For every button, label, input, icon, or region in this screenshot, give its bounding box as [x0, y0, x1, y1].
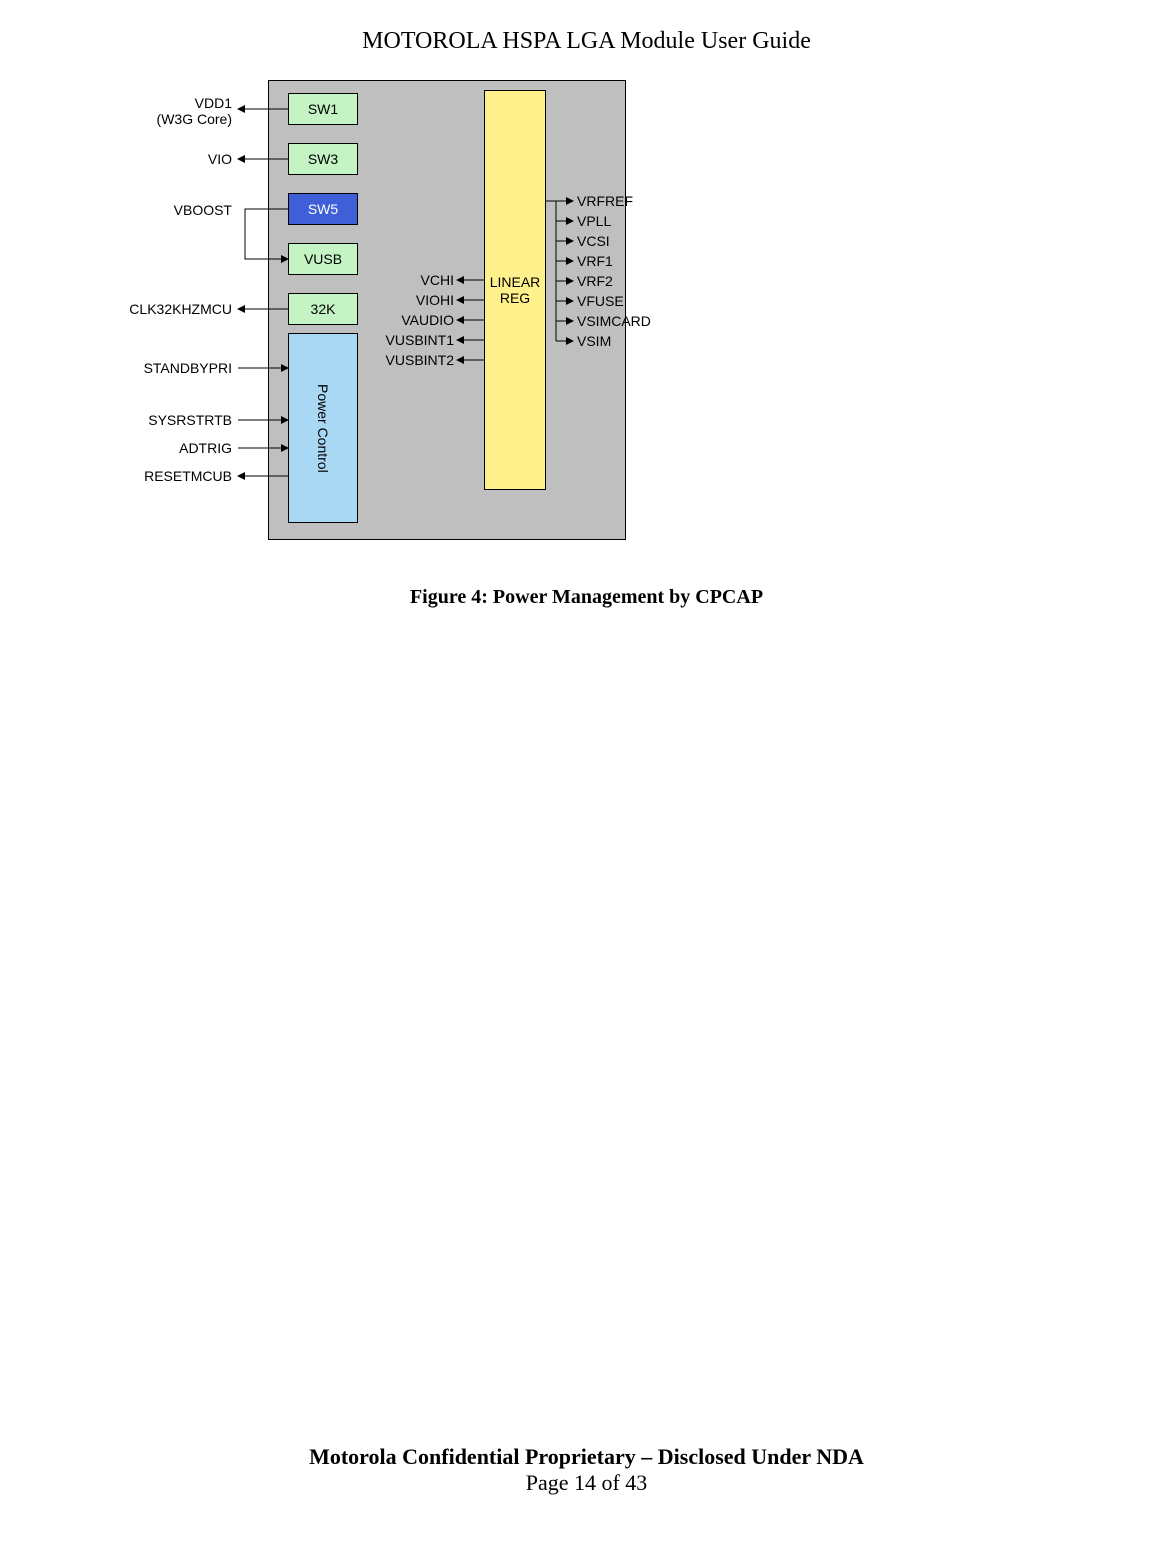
- block-sw3: SW3: [288, 143, 358, 175]
- block-32k: 32K: [288, 293, 358, 325]
- header-title: MOTOROLA HSPA LGA Module User Guide: [0, 28, 1173, 55]
- page-footer: Motorola Confidential Proprietary – Disc…: [0, 1444, 1173, 1496]
- block-linear-reg: LINEAR REG: [484, 90, 546, 490]
- block-sw1: SW1: [288, 93, 358, 125]
- signal-vchi: VCHI: [362, 272, 454, 288]
- signal-viohi: VIOHI: [362, 292, 454, 308]
- block-power-control: Power Control: [288, 333, 358, 523]
- block-vusb: VUSB: [288, 243, 358, 275]
- signal-vusbint1: VUSBINT1: [362, 332, 454, 348]
- figure-caption: Figure 4: Power Management by CPCAP: [0, 586, 1173, 609]
- block-sw5: SW5: [288, 193, 358, 225]
- power-diagram: SW1 SW3 SW5 VUSB 32K Power Control LINEA…: [90, 80, 750, 560]
- footer-confidential: Motorola Confidential Proprietary – Disc…: [0, 1444, 1173, 1470]
- footer-pagenum: Page 14 of 43: [0, 1470, 1173, 1496]
- signal-vusbint2: VUSBINT2: [362, 352, 454, 368]
- signal-vaudio: VAUDIO: [362, 312, 454, 328]
